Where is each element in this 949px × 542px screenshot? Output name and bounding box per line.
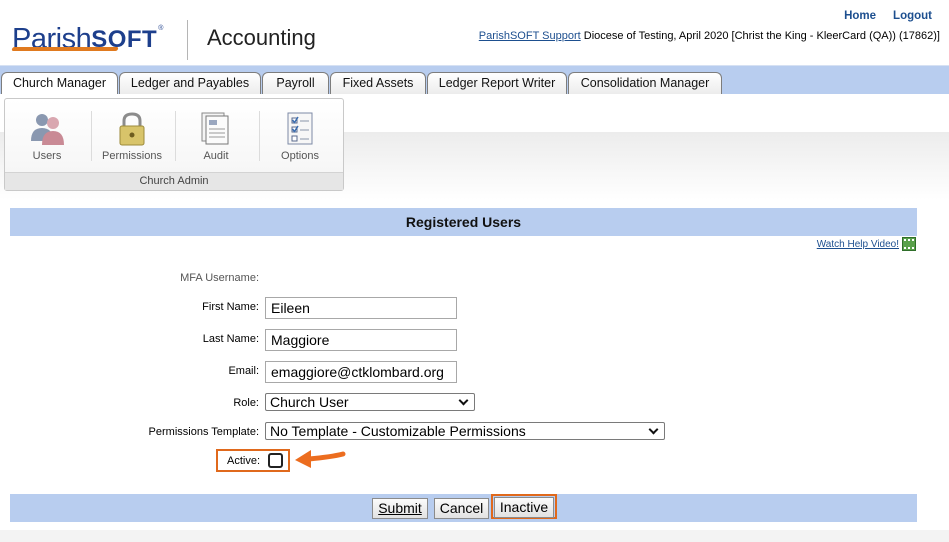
chevron-down-icon bbox=[648, 424, 659, 434]
context-bar: ParishSOFT Support Diocese of Testing, A… bbox=[479, 30, 940, 42]
form-button-bar: Submit Cancel Inactive bbox=[10, 494, 917, 522]
app-title: Accounting bbox=[207, 25, 316, 50]
role-select[interactable]: Church User bbox=[265, 393, 475, 411]
permissions-template-select[interactable]: No Template - Customizable Permissions bbox=[265, 422, 665, 440]
cancel-button[interactable]: Cancel bbox=[434, 498, 489, 519]
audit-button[interactable]: Audit bbox=[176, 111, 256, 162]
submit-button[interactable]: Submit bbox=[372, 498, 428, 519]
submit-label: Submit bbox=[378, 500, 422, 516]
permissions-button[interactable]: Permissions bbox=[92, 111, 172, 162]
email-label: Email: bbox=[228, 365, 259, 377]
tab-church-manager[interactable]: Church Manager bbox=[1, 72, 118, 96]
context-text: Diocese of Testing, April 2020 [Christ t… bbox=[583, 30, 940, 42]
permissions-template-value: No Template - Customizable Permissions bbox=[270, 423, 526, 439]
lock-icon bbox=[112, 111, 152, 147]
ribbon-group-label: Church Admin bbox=[5, 172, 343, 190]
first-name-field[interactable]: Eileen bbox=[265, 297, 457, 319]
role-label: Role: bbox=[233, 397, 259, 409]
active-label: Active: bbox=[227, 455, 261, 467]
logo-swoosh bbox=[11, 47, 119, 51]
last-name-field[interactable]: Maggiore bbox=[265, 329, 457, 351]
support-link[interactable]: ParishSOFT Support bbox=[479, 30, 581, 42]
first-name-label: First Name: bbox=[202, 301, 259, 313]
tab-ledger-and-payables[interactable]: Ledger and Payables bbox=[119, 72, 261, 95]
tab-payroll[interactable]: Payroll bbox=[262, 72, 329, 95]
inactive-button[interactable]: Inactive bbox=[494, 497, 554, 518]
tab-consolidation-manager[interactable]: Consolidation Manager bbox=[568, 72, 722, 95]
checklist-icon bbox=[280, 111, 320, 147]
options-button[interactable]: Options bbox=[260, 111, 340, 162]
logo-text-soft: SOFT bbox=[91, 26, 158, 53]
users-button[interactable]: Users bbox=[7, 111, 87, 162]
role-select-value: Church User bbox=[270, 394, 349, 410]
annotation-arrow-icon bbox=[295, 450, 346, 468]
audit-icon bbox=[196, 111, 236, 147]
tab-ledger-report-writer[interactable]: Ledger Report Writer bbox=[427, 72, 567, 95]
ribbon-group-church-admin: Users Permissions Audit Options Church A… bbox=[4, 98, 344, 191]
options-label: Options bbox=[281, 150, 319, 162]
audit-label: Audit bbox=[203, 150, 229, 162]
last-name-label: Last Name: bbox=[202, 333, 259, 345]
active-checkbox[interactable] bbox=[268, 453, 283, 468]
chevron-down-icon bbox=[458, 395, 469, 405]
header-divider bbox=[187, 20, 188, 60]
home-link[interactable]: Home bbox=[844, 10, 876, 22]
main-tab-bar: Church Manager Ledger and Payables Payro… bbox=[0, 65, 949, 96]
active-highlight-box: Active: bbox=[216, 449, 290, 472]
users-icon bbox=[27, 111, 67, 147]
users-label: Users bbox=[32, 150, 62, 162]
permissions-template-label: Permissions Template: bbox=[148, 426, 259, 438]
email-field[interactable]: emaggiore@ctklombard.org bbox=[265, 361, 457, 383]
help-video-link[interactable]: Watch Help Video! bbox=[817, 239, 899, 250]
section-title: Registered Users bbox=[10, 208, 917, 236]
tab-fixed-assets[interactable]: Fixed Assets bbox=[330, 72, 426, 95]
film-icon[interactable] bbox=[902, 237, 916, 251]
logout-link[interactable]: Logout bbox=[893, 10, 932, 22]
footer-strip bbox=[0, 530, 949, 542]
logo-registered-mark: ® bbox=[158, 25, 164, 32]
top-links: Home Logout bbox=[844, 10, 932, 22]
mfa-username-label: MFA Username: bbox=[180, 272, 259, 284]
permissions-label: Permissions bbox=[102, 150, 162, 162]
